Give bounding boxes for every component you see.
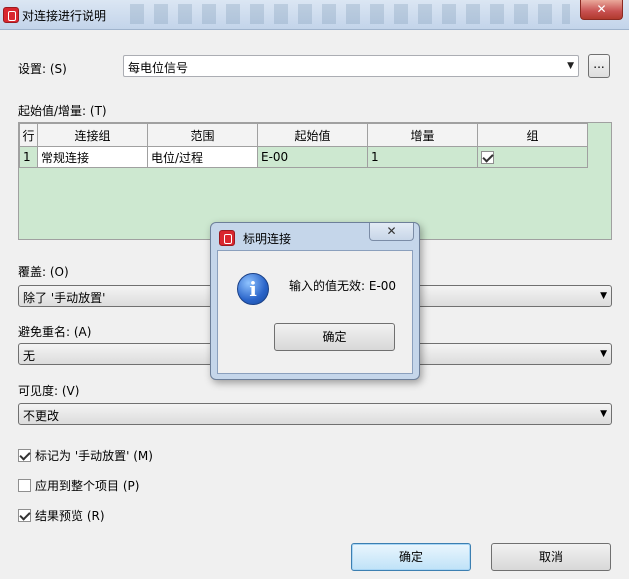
cell-scope[interactable]: 电位/过程 (147, 146, 258, 168)
col-header-group[interactable]: 连接组 (37, 123, 148, 147)
preview-label: 结果预览 (R) (35, 509, 105, 523)
col-header-start[interactable]: 起始值 (257, 123, 368, 147)
start-increment-table: 行 连接组 范围 起始值 增量 组 1 常规连接 电位/过程 E-00 1 (19, 123, 588, 168)
col-header-scope[interactable]: 范围 (147, 123, 258, 147)
settings-combo[interactable]: 每电位信号 ▼ (123, 55, 579, 77)
visibility-label: 可见度: (V) (18, 384, 80, 398)
app-icon (3, 7, 19, 23)
settings-label: 设置: (S) (18, 62, 67, 76)
avoid-duplicate-label: 避免重名: (A) (18, 325, 92, 339)
cell-start[interactable]: E-00 (257, 146, 368, 168)
apply-project-label: 应用到整个项目 (P) (35, 479, 140, 493)
cell-group[interactable]: 常规连接 (37, 146, 148, 168)
mark-manual-checkbox[interactable] (18, 449, 31, 462)
col-header-grouped[interactable]: 组 (477, 123, 588, 147)
start-increment-label: 起始值/增量: (T) (18, 104, 107, 118)
overwrite-label: 覆盖: (O) (18, 265, 69, 279)
close-icon: ✕ (596, 2, 607, 16)
cell-row[interactable]: 1 (19, 146, 38, 168)
ok-button[interactable]: 确定 (351, 543, 471, 571)
info-icon: i (237, 273, 269, 305)
window-close-button[interactable]: ✕ (580, 0, 623, 20)
visibility-value: 不更改 (23, 409, 60, 423)
settings-more-button[interactable]: ... (588, 54, 610, 78)
cancel-button[interactable]: 取消 (491, 543, 611, 571)
checkbox-preview[interactable]: 结果预览 (R) (18, 507, 105, 524)
window-title: 对连接进行说明 (22, 9, 107, 23)
close-icon: ✕ (386, 224, 397, 238)
overwrite-value: 除了 '手动放置' (23, 291, 106, 305)
settings-value: 每电位信号 (128, 61, 189, 75)
chevron-down-icon: ▼ (600, 291, 607, 301)
col-header-row[interactable]: 行 (19, 123, 38, 147)
visibility-combo[interactable]: 不更改 ▼ (18, 403, 612, 425)
avoid-duplicate-value: 无 (23, 349, 36, 363)
cell-increment[interactable]: 1 (367, 146, 478, 168)
chevron-down-icon: ▼ (567, 61, 574, 71)
message-box-close-button[interactable]: ✕ (369, 223, 414, 241)
chevron-down-icon: ▼ (600, 349, 607, 359)
background-toolbar (130, 4, 570, 24)
app-icon (219, 230, 235, 246)
message-box-body: i 输入的值无效: E-00 确定 (217, 250, 413, 374)
message-text: 输入的值无效: E-00 (289, 279, 397, 293)
checkbox-mark-manual[interactable]: 标记为 '手动放置' (M) (18, 447, 153, 464)
apply-project-checkbox[interactable] (18, 479, 31, 492)
chevron-down-icon: ▼ (600, 409, 607, 419)
window-titlebar: 对连接进行说明 ✕ (0, 0, 629, 30)
cell-grouped[interactable] (477, 146, 588, 168)
message-ok-button[interactable]: 确定 (274, 323, 395, 351)
checkbox-apply-project[interactable]: 应用到整个项目 (P) (18, 477, 139, 494)
message-box: 标明连接 ✕ i 输入的值无效: E-00 确定 (210, 222, 420, 380)
mark-manual-label: 标记为 '手动放置' (M) (35, 449, 153, 463)
col-header-increment[interactable]: 增量 (367, 123, 478, 147)
preview-checkbox[interactable] (18, 509, 31, 522)
message-box-title: 标明连接 (243, 232, 292, 246)
table-row[interactable]: 1 常规连接 电位/过程 E-00 1 (19, 146, 588, 168)
grouped-checkbox[interactable] (481, 151, 494, 164)
